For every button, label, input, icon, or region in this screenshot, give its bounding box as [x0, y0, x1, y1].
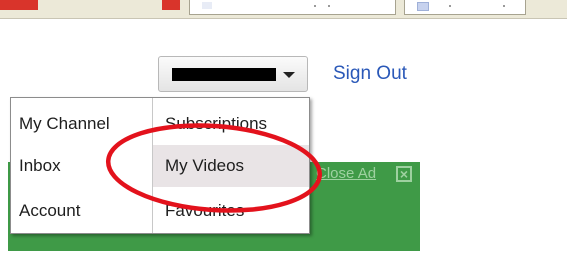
field-icon: [417, 2, 429, 11]
menu-item-my-videos[interactable]: My Videos: [153, 145, 309, 187]
menu-item-inbox[interactable]: Inbox: [19, 156, 61, 176]
menu-item-account[interactable]: Account: [19, 201, 80, 221]
field-dot: [314, 5, 316, 7]
toolbar-field[interactable]: [404, 0, 526, 15]
account-dropdown-button[interactable]: [158, 56, 308, 92]
menu-item-label: My Videos: [165, 156, 245, 175]
menu-item-subscriptions[interactable]: Subscriptions: [165, 114, 267, 134]
field-dot: [449, 5, 451, 7]
field-icon: [202, 2, 212, 9]
chevron-down-icon: [283, 72, 295, 78]
toolbar-field[interactable]: [189, 0, 396, 15]
field-dot: [328, 5, 330, 7]
screenshot-stage: Sign Out Close Ad × My Channel Inbox Acc…: [0, 0, 567, 256]
brand-bar: [0, 0, 38, 10]
menu-item-favourites[interactable]: Favourites: [165, 201, 244, 221]
menu-item-my-channel[interactable]: My Channel: [19, 114, 110, 134]
field-dot: [503, 5, 505, 7]
browser-toolbar: [0, 0, 567, 19]
account-menu: My Channel Inbox Account Subscriptions M…: [10, 97, 310, 234]
close-icon[interactable]: ×: [396, 166, 412, 182]
toolbar-button[interactable]: [162, 0, 180, 10]
close-ad-link[interactable]: Close Ad: [316, 165, 376, 182]
sign-out-link[interactable]: Sign Out: [333, 63, 407, 85]
redacted-username: [172, 68, 276, 81]
